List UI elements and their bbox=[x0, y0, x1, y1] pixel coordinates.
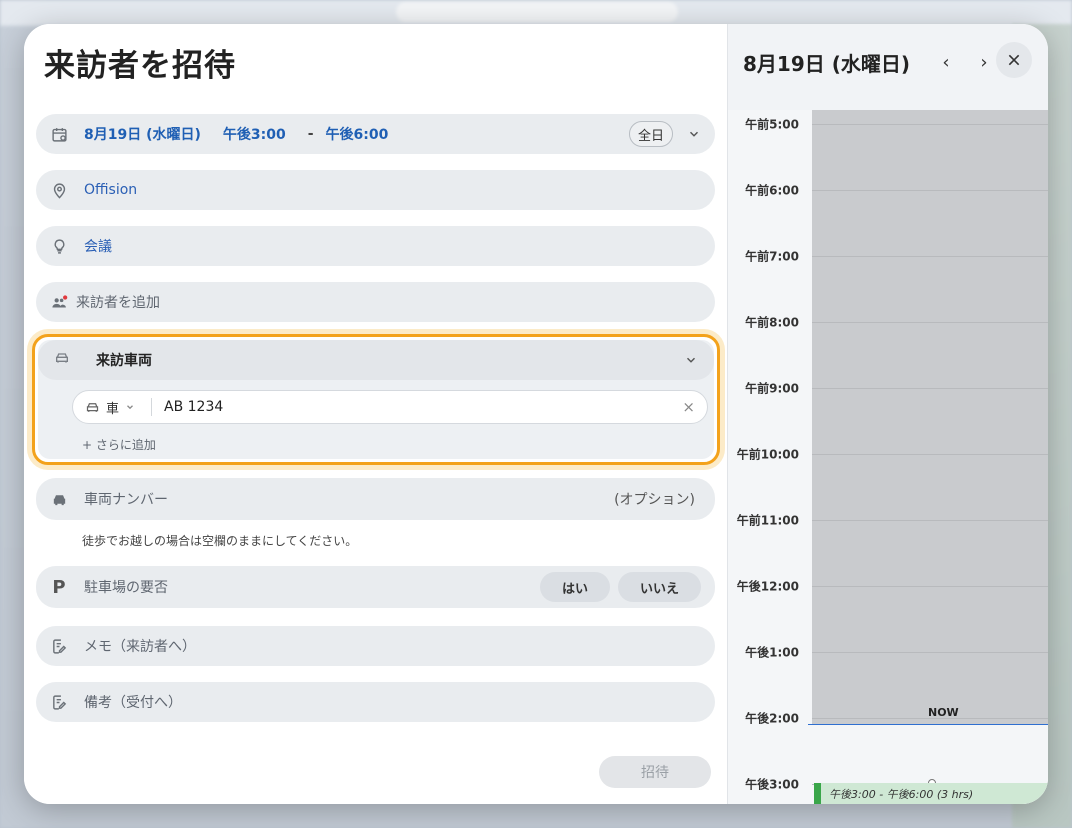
calendar-date: 8月19日 (水曜日) bbox=[743, 52, 910, 76]
hour-line bbox=[812, 652, 1048, 653]
hour-line bbox=[812, 454, 1048, 455]
walk-hint: 徒歩でお越しの場合は空欄のままにしてください。 bbox=[82, 534, 358, 548]
vehicle-section-title: 来訪車両 bbox=[96, 353, 152, 369]
car-icon bbox=[50, 490, 68, 508]
hour-line bbox=[812, 190, 1048, 191]
location-value: Offision bbox=[84, 182, 138, 198]
hour-line bbox=[812, 256, 1048, 257]
parking-field: P 駐車場の要否 はい いいえ bbox=[36, 566, 715, 608]
hour-label: 午前9:00 bbox=[745, 381, 799, 396]
hour-label: 午前6:00 bbox=[745, 183, 799, 198]
invite-form: 来訪者を招待 8月19日 (水曜日) 午後3:00 - 午後6:00 全日 Of… bbox=[24, 24, 727, 804]
parking-options: はい いいえ bbox=[539, 572, 701, 602]
vehicle-plate-input[interactable]: 車 AB 1234 × bbox=[72, 390, 708, 424]
note-edit-icon bbox=[50, 693, 68, 711]
vehicle-type-select[interactable]: 車 bbox=[85, 398, 153, 417]
parking-no-button[interactable]: いいえ bbox=[617, 572, 701, 602]
vehicle-inner: 来訪車両 車 AB 1234 × + さらに追加 bbox=[38, 340, 714, 459]
hour-label: 午後3:00 bbox=[745, 777, 799, 792]
hour-line bbox=[812, 322, 1048, 323]
hour-label: 午前10:00 bbox=[736, 447, 799, 462]
location-field[interactable]: Offision bbox=[36, 170, 715, 210]
chevron-down-icon bbox=[127, 405, 133, 410]
hour-label: 午後12:00 bbox=[736, 579, 799, 594]
calendar-panel: 8月19日 (水曜日) ‹ › 午前5:00 午前6:00 午前7:00 午前8:00… bbox=[727, 24, 1048, 804]
add-visitor-field[interactable]: 来訪者を追加 bbox=[36, 282, 715, 322]
now-label: NOW bbox=[928, 706, 959, 719]
hour-label: 午前11:00 bbox=[736, 513, 799, 528]
purpose-field[interactable]: 会議 bbox=[36, 226, 715, 266]
next-day-button[interactable]: › bbox=[974, 50, 994, 74]
memo-placeholder: メモ（来訪者へ） bbox=[84, 639, 196, 655]
reception-notes-field[interactable]: 備考（受付へ） bbox=[36, 682, 715, 722]
calendar-timeline: 午前5:00 午前6:00 午前7:00 午前8:00 午前9:00 午前10:00 午前1… bbox=[728, 110, 1048, 804]
parking-label: 駐車場の要否 bbox=[84, 580, 168, 596]
vehicle-number-label: 車両ナンバー bbox=[84, 492, 168, 508]
chevron-down-icon[interactable] bbox=[684, 353, 698, 367]
car-icon bbox=[54, 350, 72, 370]
hour-line bbox=[812, 586, 1048, 587]
hour-line bbox=[812, 124, 1048, 125]
location-pin-icon bbox=[50, 181, 68, 199]
end-time[interactable]: 午後6:00 bbox=[326, 124, 389, 144]
hour-label: 午前8:00 bbox=[745, 315, 799, 330]
time-separator: - bbox=[307, 126, 314, 142]
previous-day-button[interactable]: ‹ bbox=[936, 50, 956, 74]
vehicle-number-field[interactable]: 車両ナンバー (オプション) bbox=[36, 478, 715, 520]
visitor-vehicle-section: 来訪車両 車 AB 1234 × + さらに追加 bbox=[32, 334, 720, 465]
purpose-value: 会議 bbox=[84, 239, 112, 255]
plate-value[interactable]: AB 1234 bbox=[164, 399, 223, 415]
close-button[interactable] bbox=[996, 42, 1032, 78]
date-text[interactable]: 8月19日 (水曜日) bbox=[84, 124, 201, 144]
add-visitor-placeholder: 来訪者を追加 bbox=[76, 295, 160, 311]
dialog-title: 来訪者を招待 bbox=[44, 48, 236, 84]
optional-label: (オプション) bbox=[614, 492, 695, 508]
busy-block bbox=[812, 110, 1048, 725]
invite-visitor-dialog: 来訪者を招待 8月19日 (水曜日) 午後3:00 - 午後6:00 全日 Of… bbox=[24, 24, 1048, 804]
notes-placeholder: 備考（受付へ） bbox=[84, 695, 182, 711]
car-icon bbox=[86, 402, 99, 412]
memo-field[interactable]: メモ（来訪者へ） bbox=[36, 626, 715, 666]
vehicle-type-label: 車 bbox=[106, 401, 120, 417]
all-day-toggle[interactable]: 全日 bbox=[628, 121, 673, 147]
background-meeting-pill bbox=[396, 2, 678, 22]
chevron-down-icon[interactable] bbox=[687, 127, 701, 141]
hour-label: 午後2:00 bbox=[745, 711, 799, 726]
hour-label: 午前5:00 bbox=[745, 117, 799, 132]
vehicle-section-header[interactable]: 来訪車両 bbox=[38, 340, 714, 380]
hour-line bbox=[812, 388, 1048, 389]
people-add-icon bbox=[50, 293, 68, 311]
date-time-row[interactable]: 8月19日 (水曜日) 午後3:00 - 午後6:00 全日 bbox=[36, 114, 715, 154]
hour-label: 午前7:00 bbox=[745, 249, 799, 264]
note-edit-icon bbox=[50, 637, 68, 655]
parking-icon: P bbox=[52, 576, 66, 598]
close-icon bbox=[1008, 54, 1020, 66]
now-line bbox=[808, 724, 1048, 725]
lightbulb-icon bbox=[50, 237, 68, 255]
calendar-icon bbox=[50, 125, 68, 143]
start-time[interactable]: 午後3:00 bbox=[223, 124, 286, 144]
selected-event[interactable]: 午後3:00 - 午後6:00 (3 hrs) bbox=[814, 783, 1048, 804]
hour-line bbox=[812, 520, 1048, 521]
parking-yes-button[interactable]: はい bbox=[539, 572, 610, 602]
add-more-vehicle-button[interactable]: + さらに追加 bbox=[82, 436, 156, 453]
hour-label: 午後1:00 bbox=[745, 645, 799, 660]
invite-button[interactable]: 招待 bbox=[599, 756, 711, 788]
clear-icon[interactable]: × bbox=[682, 398, 695, 416]
